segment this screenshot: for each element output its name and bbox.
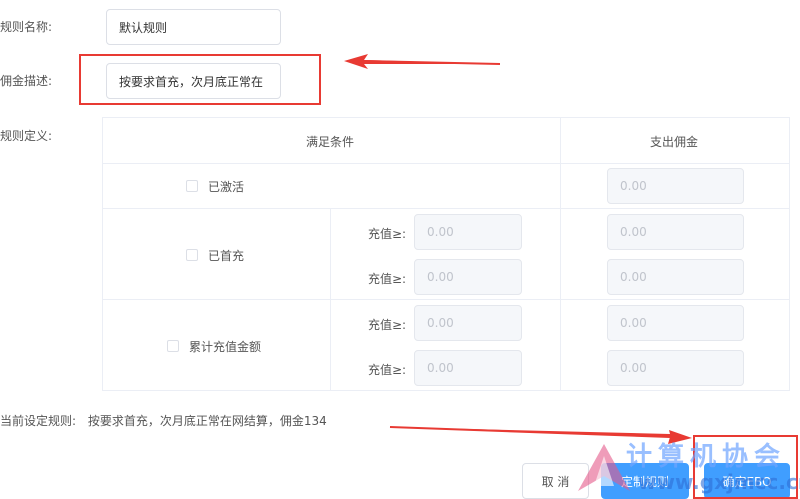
watermark-url: www.gxjmcc.cn [638, 470, 800, 494]
watermark: 计算机协会 www.gxjmcc.cn [574, 436, 800, 499]
annotation-arrows [344, 54, 692, 444]
watermark-logo-icon [578, 444, 630, 491]
watermark-text: 计算机协会 [626, 442, 787, 472]
